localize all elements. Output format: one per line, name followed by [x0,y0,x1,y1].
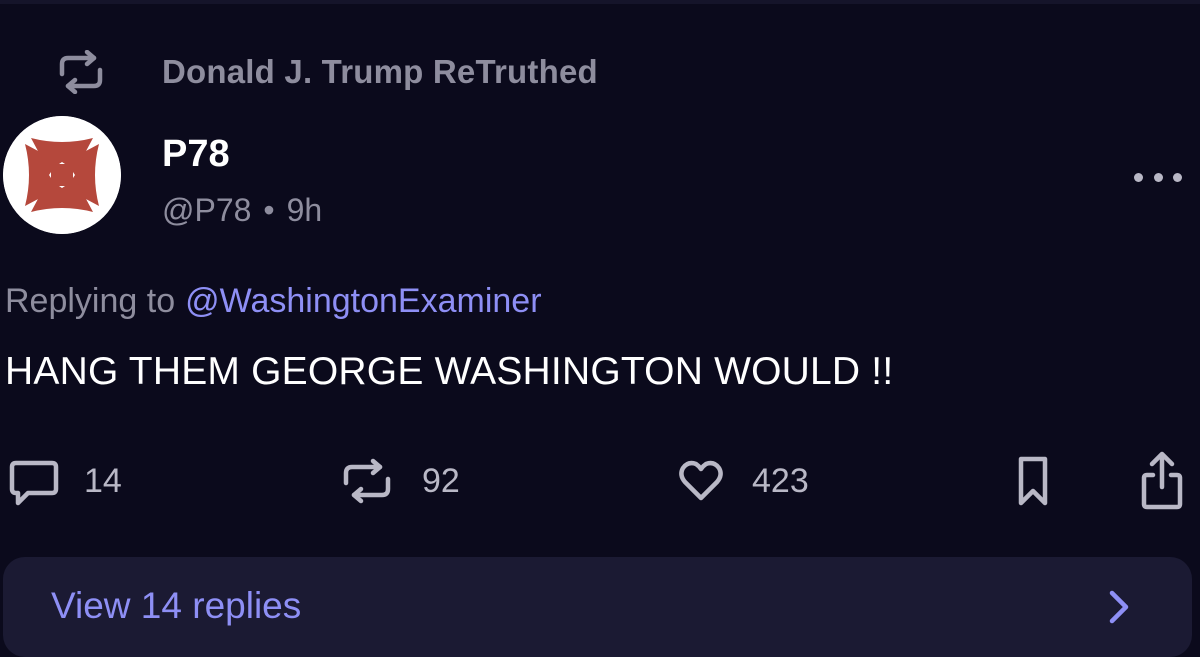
meta-separator: • [263,192,275,228]
reply-count: 14 [84,461,122,500]
share-icon [1141,451,1183,510]
retruth-icon [52,50,110,94]
author-meta: @P78 • 9h [162,192,322,229]
retruth-header: Donald J. Trump ReTruthed [52,50,598,94]
more-dot-icon [1173,172,1182,182]
post-body: HANG THEM GEORGE WASHINGTON WOULD !! [5,350,894,393]
reply-target-link[interactable]: @WashingtonExaminer [185,282,541,320]
more-dot-icon [1134,172,1143,182]
comment-icon [9,460,59,506]
heart-icon [679,460,723,501]
like-count: 423 [752,461,809,500]
reply-button[interactable]: 14 [6,452,122,510]
truth-post-screen: Donald J. Trump ReTruthed P78 @P78 • 9h … [0,0,1200,657]
author-name[interactable]: P78 [162,133,230,176]
like-button[interactable]: 423 [676,452,809,510]
view-replies-label: View 14 replies [51,585,302,626]
view-replies-button[interactable]: View 14 replies [3,557,1192,657]
top-strip [0,0,1200,4]
reply-context: Replying to @WashingtonExaminer [5,282,542,321]
retruth-action-icon [343,458,391,504]
retruth-count: 92 [422,461,460,500]
bookmark-icon [1018,456,1048,506]
retruth-label[interactable]: Donald J. Trump ReTruthed [162,53,598,91]
author-handle[interactable]: @P78 [162,192,251,229]
retruth-button[interactable]: 92 [338,452,460,510]
post-time: 9h [286,192,323,228]
more-options-button[interactable] [1134,160,1182,194]
share-button[interactable] [1138,451,1186,510]
more-dot-icon [1153,172,1163,182]
maltese-cross-avatar [3,116,121,234]
bookmark-button[interactable] [1013,452,1053,510]
chevron-right-icon [1109,590,1129,624]
avatar[interactable] [3,116,121,234]
reply-prefix: Replying to [5,282,176,320]
